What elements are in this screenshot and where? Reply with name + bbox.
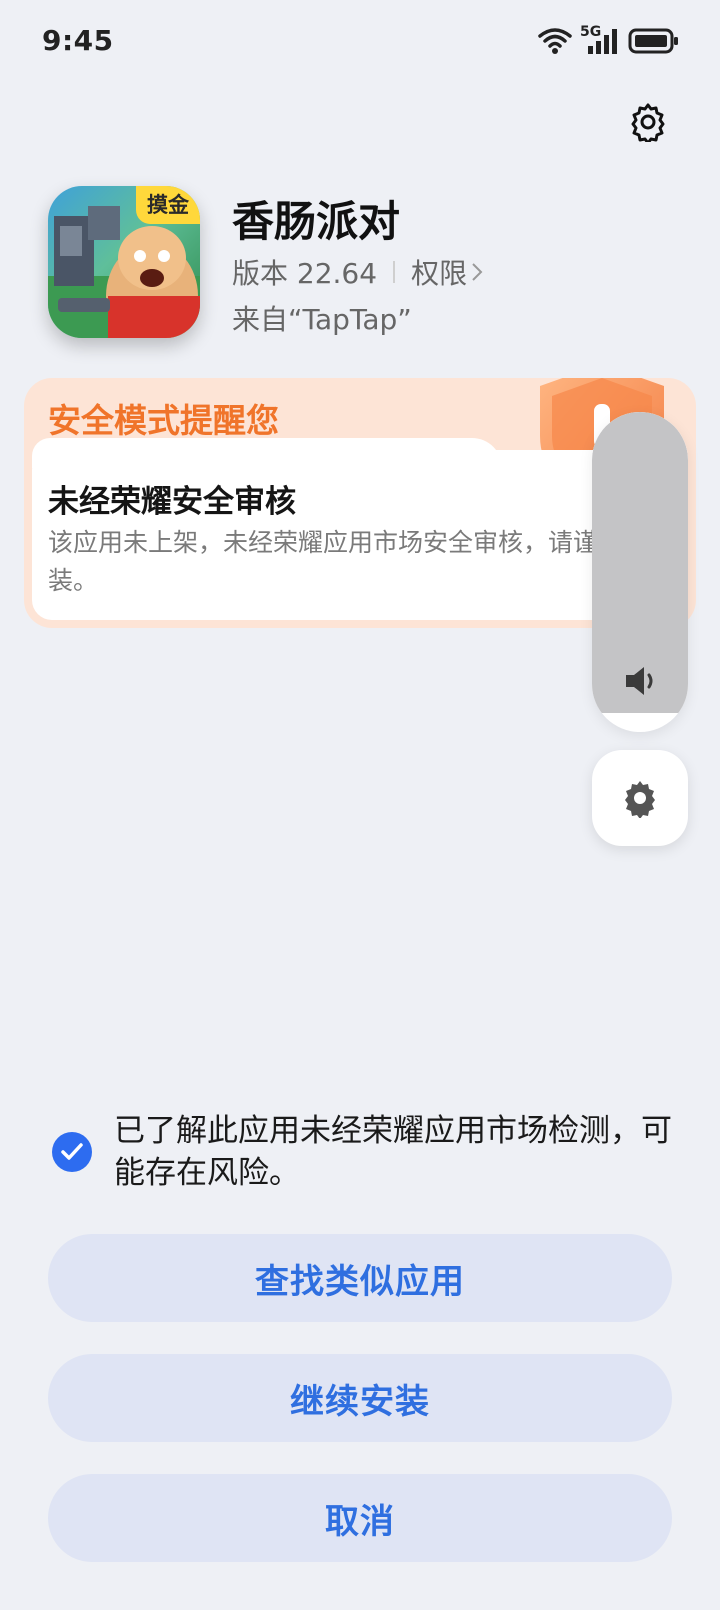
acknowledge-row[interactable]: 已了解此应用未经荣耀应用市场检测，可能存在风险。 (50, 1110, 690, 1200)
permissions-label: 权限 (411, 257, 468, 290)
acknowledge-text: 已了解此应用未经荣耀应用市场检测，可能存在风险。 (114, 1113, 672, 1191)
app-header: 摸金 香肠派对 版本 22.64 权限 来自“TapTap” (48, 186, 688, 346)
app-source: 来自“TapTap” (232, 303, 412, 336)
warning-body: 未经荣耀安全审核 该应用未上架，未经荣耀应用市场安全审核，请谨慎安装。 (32, 450, 688, 620)
status-time: 9:45 (42, 24, 114, 57)
gear-icon (625, 781, 655, 818)
volume-slider[interactable] (592, 412, 688, 732)
app-meta: 版本 22.64 权限 (232, 252, 483, 292)
permissions-link[interactable]: 权限 (411, 252, 483, 292)
app-name: 香肠派对 (232, 197, 401, 246)
battery-icon (628, 28, 678, 54)
cancel-button[interactable]: 取消 (48, 1474, 672, 1562)
acknowledge-checkbox[interactable] (52, 1132, 92, 1172)
wifi-icon (538, 28, 572, 54)
signal-icon: 5G (580, 24, 620, 56)
warning-title: 安全模式提醒您 (48, 401, 279, 440)
app-version: 版本 22.64 (232, 257, 378, 290)
meta-divider (393, 261, 396, 283)
checkmark-icon (61, 1143, 83, 1160)
find-similar-apps-button[interactable]: 查找类似应用 (48, 1234, 672, 1322)
volume-settings-button[interactable] (592, 750, 688, 846)
continue-install-button[interactable]: 继续安装 (48, 1354, 672, 1442)
gear-icon (631, 103, 665, 145)
app-icon-badge: 摸金 (136, 186, 200, 224)
status-icons: 5G (538, 24, 680, 56)
app-icon: 摸金 (48, 186, 200, 338)
settings-button[interactable] (628, 102, 668, 145)
warning-description: 该应用未上架，未经荣耀应用市场安全审核，请谨慎安装。 (48, 528, 649, 595)
warning-subtitle: 未经荣耀安全审核 (48, 484, 296, 520)
status-bar: 9:45 5G (0, 0, 720, 86)
chevron-right-icon (472, 263, 483, 281)
speaker-icon (626, 667, 653, 695)
